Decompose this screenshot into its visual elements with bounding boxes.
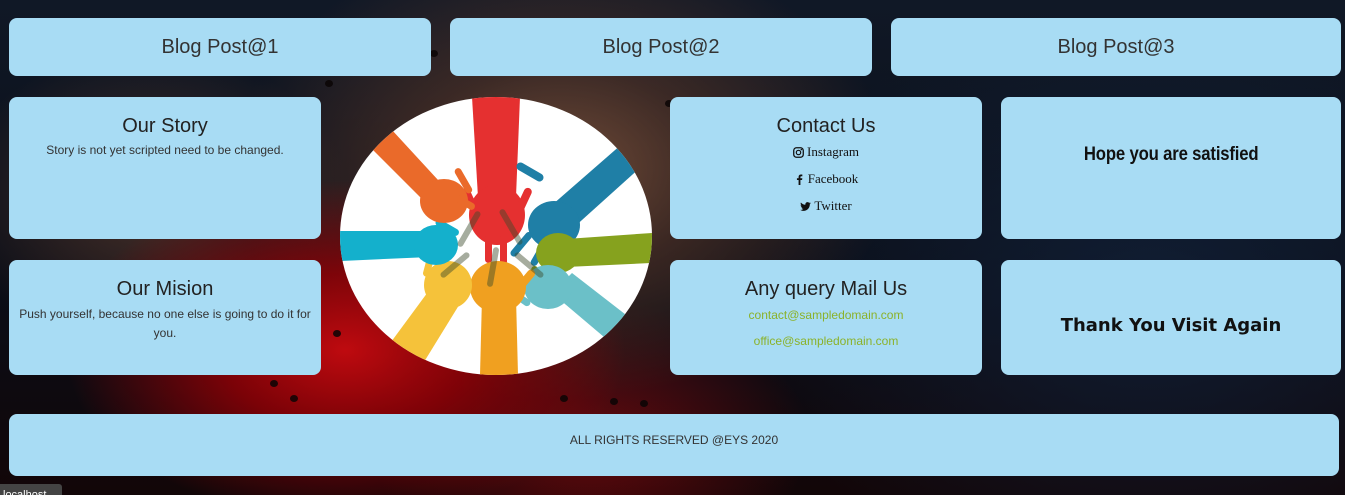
footer: ALL RIGHTS RESERVED @EYS 2020: [9, 414, 1339, 476]
our-mision-title: Our Mision: [116, 278, 214, 300]
thank-you-card: Thank You Visit Again: [1001, 260, 1341, 375]
satisfied-card: Hope you are satisfied: [1001, 97, 1341, 239]
mail-us-title: Any query Mail Us: [744, 278, 908, 300]
blog-post-2-button[interactable]: Blog Post@2: [450, 18, 872, 76]
twitter-icon: [800, 201, 812, 211]
blog-post-3-label: Blog Post@3: [1057, 35, 1175, 58]
status-url-text: localhost: [3, 489, 47, 495]
instagram-label: Instagram: [807, 144, 859, 159]
hands-circle-logo: [340, 97, 652, 375]
contact-us-title: Contact Us: [776, 115, 876, 137]
facebook-icon: [796, 173, 803, 185]
instagram-icon: [793, 146, 804, 158]
status-url-tooltip: localhost: [0, 484, 62, 495]
mail-us-card: Any query Mail Us contact@sampledomain.c…: [670, 260, 982, 375]
blog-post-2-label: Blog Post@2: [602, 35, 720, 58]
our-story-title: Our Story: [122, 115, 208, 137]
satisfied-text: Hope you are satisfied: [1083, 143, 1259, 165]
facebook-label: Facebook: [807, 171, 859, 186]
contact-us-card: Contact Us Instagram Facebook Twitter: [670, 97, 982, 239]
facebook-link[interactable]: Facebook: [670, 171, 982, 187]
blog-post-1-button[interactable]: Blog Post@1: [9, 18, 431, 76]
our-mision-text: Push yourself, because no one else is go…: [19, 307, 311, 340]
contact-email-link[interactable]: contact@sampledomain.com: [670, 308, 982, 322]
footer-copyright: ALL RIGHTS RESERVED @EYS 2020: [569, 433, 779, 447]
thank-you-text: Thank You Visit Again: [1060, 315, 1282, 336]
twitter-label: Twitter: [814, 198, 852, 213]
office-email-link[interactable]: office@sampledomain.com: [670, 334, 982, 348]
our-mision-card: Our Mision Push yourself, because no one…: [9, 260, 321, 375]
twitter-link[interactable]: Twitter: [670, 198, 982, 214]
our-story-card: Our Story Story is not yet scripted need…: [9, 97, 321, 239]
instagram-link[interactable]: Instagram: [670, 144, 982, 160]
our-story-text: Story is not yet scripted need to be cha…: [46, 143, 284, 157]
blog-post-3-button[interactable]: Blog Post@3: [891, 18, 1341, 76]
blog-post-1-label: Blog Post@1: [161, 35, 279, 58]
